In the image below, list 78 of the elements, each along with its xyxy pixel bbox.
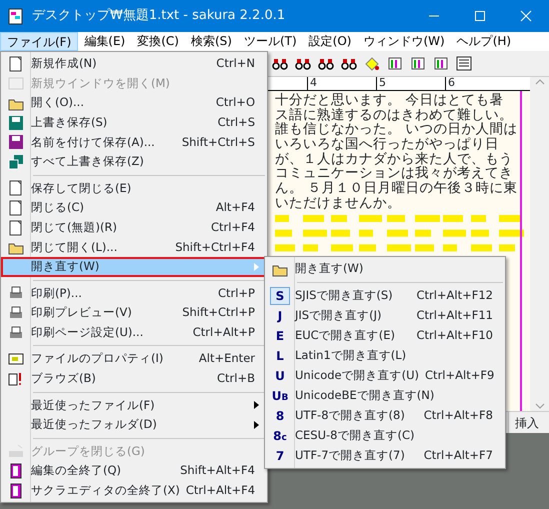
menu-item[interactable]: L Latin1で開き直す(L) xyxy=(265,346,505,366)
menu-item[interactable]: 最近使ったファイル(F) xyxy=(1,396,267,416)
encoding-icon: 8$_{c}$ xyxy=(270,427,290,445)
menu-item[interactable]: 検索(S) xyxy=(184,32,238,51)
menu-item[interactable]: ヘルプ(H) xyxy=(450,32,518,51)
text-line: ん。 ５月１０日月曜日の午後３時に東 xyxy=(275,181,518,196)
menu-item[interactable]: 変換(C) xyxy=(131,32,185,51)
encoding-icon: U xyxy=(270,367,290,385)
menu-item[interactable]: 印刷ページ設定(U)... Ctrl+Alt+P xyxy=(1,322,267,342)
notepad-icon xyxy=(8,7,24,25)
menu-item[interactable]: ツール(T) xyxy=(238,32,303,51)
menu-item[interactable]: ファイル(F) xyxy=(0,32,78,51)
menu-item[interactable]: 設定(O) xyxy=(302,32,358,51)
window-icon xyxy=(8,75,24,92)
encoding-icon: 7 xyxy=(270,447,290,465)
encoding-icon: E xyxy=(270,327,290,345)
binoculars-icon[interactable] xyxy=(272,56,288,71)
ruler-number: 6 xyxy=(445,77,514,90)
text-line: が、１人はカナダから来た人で、もう xyxy=(275,152,514,166)
menu-item[interactable]: J JISで開き直す(J) Ctrl+Alt+F11 xyxy=(265,306,505,326)
ruler-number: 4 xyxy=(307,77,376,90)
menu-item[interactable]: 閉じて開く(L)... Shift+Ctrl+F4 xyxy=(1,237,267,257)
menu-item[interactable]: 開き直す(W) xyxy=(1,256,267,277)
card-icon xyxy=(8,351,24,368)
menu-item[interactable]: 閉じる(C) Alt+F4 xyxy=(1,198,267,218)
menu-item[interactable]: 編集の全終了(Q) Shift+Alt+F4 xyxy=(1,461,267,481)
menu-item[interactable]: 開き直す(W) xyxy=(265,259,505,279)
text-line: コミュニケーションは我々が考えてき xyxy=(275,166,513,182)
printer-icon xyxy=(8,324,24,341)
encoding-icon: 8 xyxy=(270,407,290,425)
maximize-icon[interactable] xyxy=(474,10,486,22)
text-line: いろいろな国へ行ったがやっぱり日 xyxy=(275,137,500,152)
menu-item[interactable]: すべて上書き保存(Z) xyxy=(1,152,267,172)
menu-item[interactable]: 印刷(P)... Ctrl+P xyxy=(1,284,267,304)
menu-item[interactable]: ウィンドウ(W) xyxy=(357,32,451,51)
menu-item[interactable]: S SJISで開き直す(S) Ctrl+Alt+F12 xyxy=(265,286,505,306)
menu-item[interactable]: 開く(O)... Ctrl+O xyxy=(1,93,267,113)
menu-item[interactable]: 名前を付けて保存(A)... Shift+Ctrl+S xyxy=(1,132,267,152)
encoding-icon: L xyxy=(270,347,290,365)
page-icon xyxy=(8,56,24,72)
menu-item[interactable]: 最近使ったフォルダ(D) xyxy=(1,415,267,435)
menu-item[interactable]: 保存して閉じる(E) xyxy=(1,178,267,198)
binoculars-icon[interactable] xyxy=(295,56,311,71)
text-line: 誰も信じなかった。 いつの日か人間は xyxy=(275,122,518,138)
binoculars-icon[interactable] xyxy=(341,56,357,71)
door-icon xyxy=(8,463,24,480)
page-icon xyxy=(8,180,24,196)
menu-item[interactable]: ブラウズ(B) Ctrl+B xyxy=(1,368,267,388)
insert-mode: 挿入 xyxy=(508,412,545,433)
menu-item[interactable]: 上書き保存(S) Ctrl+S xyxy=(1,112,267,132)
binoculars-icon[interactable] xyxy=(318,56,334,71)
text-line: 十分だと思います。 今日はとても暑 xyxy=(275,93,504,108)
menu-item[interactable]: サクラエディタの全終了(X) Ctrl+Alt+F4 xyxy=(1,480,267,500)
page-icon xyxy=(8,220,24,236)
floppy-disks-icon xyxy=(8,154,24,170)
menu-item[interactable]: 7 UTF-7で開き直す(7) Ctrl+Alt+F7 xyxy=(265,446,505,466)
encoding-icon: U$_{B}$ xyxy=(270,387,290,405)
menu-item[interactable]: ファイルのプロパティ(I) Alt+Enter xyxy=(1,349,267,369)
menu-item[interactable]: E EUCで開き直す(E) Ctrl+Alt+F10 xyxy=(265,326,505,346)
printer-icon xyxy=(8,304,24,321)
door-icon xyxy=(8,482,24,499)
menu-item[interactable]: 編集(E) xyxy=(78,32,132,51)
menu-item[interactable]: 閉じて(無題)(R) Ctrl+F4 xyxy=(1,218,267,238)
menu-item[interactable]: 8 UTF-8で開き直す(8) Ctrl+Alt+F8 xyxy=(265,406,505,426)
close-icon[interactable] xyxy=(520,10,532,22)
menu-item[interactable]: U Unicodeで開き直す(U) Ctrl+Alt+F9 xyxy=(265,366,505,386)
window-title: デスクトップ₩無題1.txt - sakura 2.2.0.1 xyxy=(32,7,286,26)
text-line: ス語に熟達するのはきわめて難しい。 xyxy=(275,108,514,122)
menu-item[interactable]: U$_{B}$ UnicodeBEで開き直す(N) xyxy=(265,386,505,406)
ruler-number: 5 xyxy=(376,77,445,90)
encoding-icon: S xyxy=(270,287,290,305)
menu-item[interactable]: 印刷プレビュー(V) Shift+Ctrl+P xyxy=(1,303,267,323)
page-icon xyxy=(8,200,24,216)
list-icon[interactable] xyxy=(456,56,472,71)
encoding-icon: J xyxy=(270,307,290,325)
text-line: いただけませんか。 xyxy=(275,196,402,210)
menu-item[interactable]: 8$_{c}$ CESU-8で開き直す(C) xyxy=(265,426,505,446)
page-icon xyxy=(8,370,24,387)
